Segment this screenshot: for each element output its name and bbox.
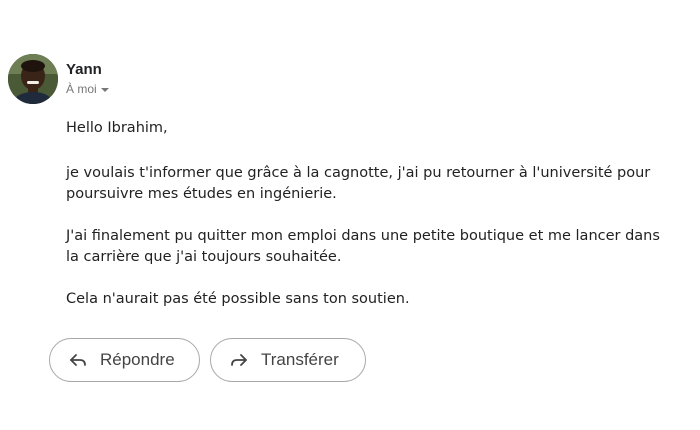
- message-paragraph: je voulais t'informer que grâce à la cag…: [66, 165, 651, 202]
- avatar-photo-icon: [8, 54, 58, 104]
- email-message: Yann À moi Hello Ibrahim, je voulais t'i…: [0, 0, 700, 430]
- recipient-label: À moi: [66, 82, 97, 96]
- forward-arrow-icon: [229, 350, 249, 370]
- reply-label: Répondre: [100, 350, 175, 369]
- message-actions: Répondre Transférer: [49, 338, 366, 382]
- forward-button[interactable]: Transférer: [210, 338, 366, 382]
- chevron-down-icon: [100, 87, 109, 92]
- recipient-details-toggle[interactable]: À moi: [66, 82, 109, 96]
- reply-arrow-icon: [68, 350, 88, 370]
- sender-avatar[interactable]: [8, 54, 58, 104]
- message-body: Hello Ibrahim, je voulais t'informer que…: [66, 118, 676, 331]
- sender-name: Yann: [66, 61, 102, 78]
- message-paragraph: Cela n'aurait pas été possible sans ton …: [66, 291, 410, 307]
- message-paragraph: J'ai finalement pu quitter mon emploi da…: [66, 228, 660, 265]
- forward-label: Transférer: [261, 350, 339, 369]
- message-greeting: Hello Ibrahim,: [66, 120, 168, 136]
- reply-button[interactable]: Répondre: [49, 338, 200, 382]
